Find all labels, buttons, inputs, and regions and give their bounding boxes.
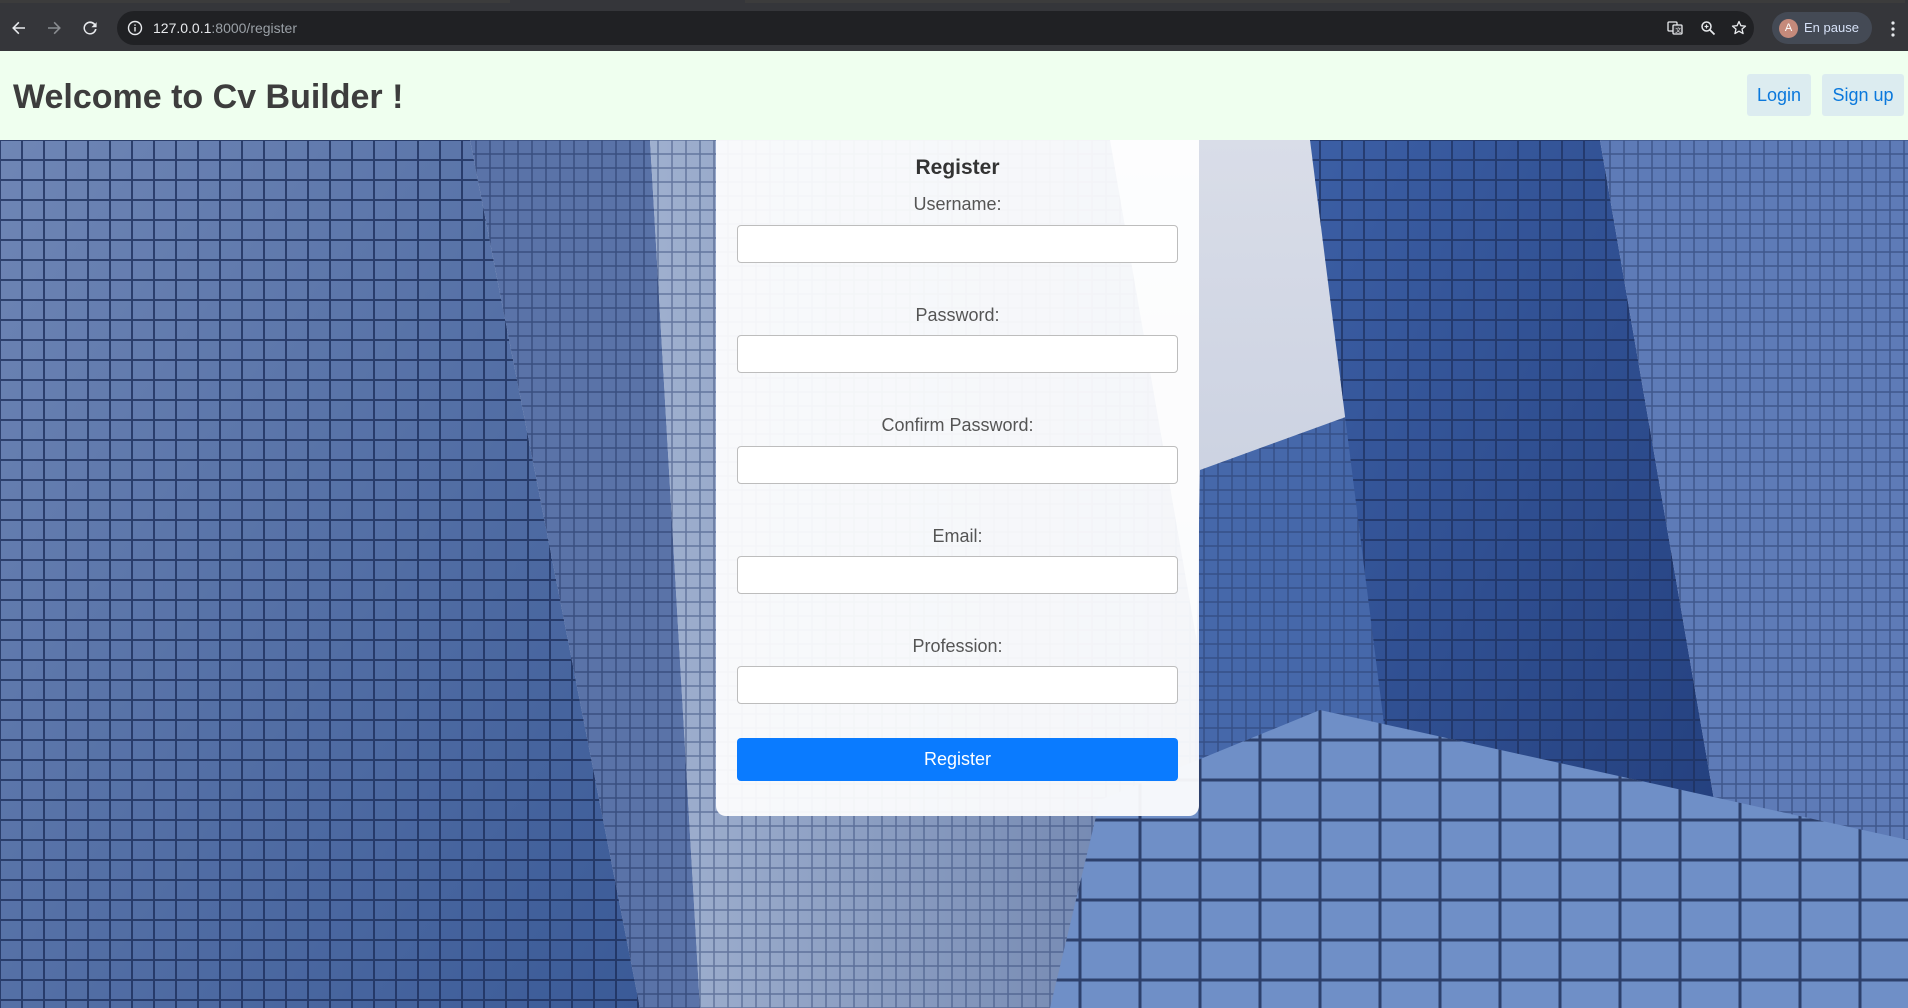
- address-bar[interactable]: 127.0.0.1:8000/register 文: [117, 11, 1754, 45]
- bookmark-star-icon[interactable]: [1731, 20, 1747, 36]
- background-image: Register Username: Password: Confirm Pas…: [0, 140, 1908, 1008]
- avatar: A: [1779, 19, 1798, 38]
- reload-button[interactable]: [79, 17, 101, 39]
- browser-toolbar: 127.0.0.1:8000/register 文 A En pause: [0, 3, 1908, 51]
- back-button[interactable]: [8, 17, 30, 39]
- register-button[interactable]: Register: [737, 738, 1178, 781]
- page: Welcome to Cv Builder ! Login Sign up Re…: [0, 51, 1908, 1008]
- register-card: Register Username: Password: Confirm Pas…: [716, 140, 1199, 816]
- url-host: 127.0.0.1: [153, 20, 212, 36]
- email-label: Email:: [932, 526, 983, 546]
- login-button[interactable]: Login: [1747, 74, 1811, 116]
- password-input[interactable]: [737, 335, 1178, 373]
- signup-button[interactable]: Sign up: [1822, 74, 1904, 116]
- zoom-icon[interactable]: [1700, 20, 1716, 36]
- email-input[interactable]: [737, 556, 1178, 594]
- password-label: Password:: [915, 305, 1000, 325]
- username-input[interactable]: [737, 225, 1178, 263]
- forward-button[interactable]: [43, 17, 65, 39]
- svg-text:文: 文: [1675, 27, 1681, 35]
- form-title: Register: [915, 156, 1000, 179]
- arrow-left-icon: [12, 21, 25, 35]
- translate-icon[interactable]: 文: [1667, 20, 1683, 36]
- profile-button[interactable]: A En pause: [1772, 12, 1872, 44]
- site-header: Welcome to Cv Builder ! Login Sign up: [0, 51, 1908, 140]
- reload-icon: [83, 21, 97, 35]
- info-icon[interactable]: [127, 20, 143, 36]
- username-label: Username:: [913, 194, 1002, 214]
- url-path: :8000/register: [211, 20, 297, 36]
- arrow-right-icon: [48, 21, 61, 35]
- site-title: Welcome to Cv Builder !: [13, 78, 404, 116]
- more-menu-icon[interactable]: [1890, 20, 1896, 38]
- profession-label: Profession:: [912, 636, 1003, 656]
- confirm-password-input[interactable]: [737, 446, 1178, 484]
- confirm-password-label: Confirm Password:: [881, 415, 1034, 435]
- profile-status: En pause: [1804, 20, 1859, 35]
- url-text[interactable]: 127.0.0.1:8000/register: [153, 20, 297, 36]
- profession-input[interactable]: [737, 666, 1178, 704]
